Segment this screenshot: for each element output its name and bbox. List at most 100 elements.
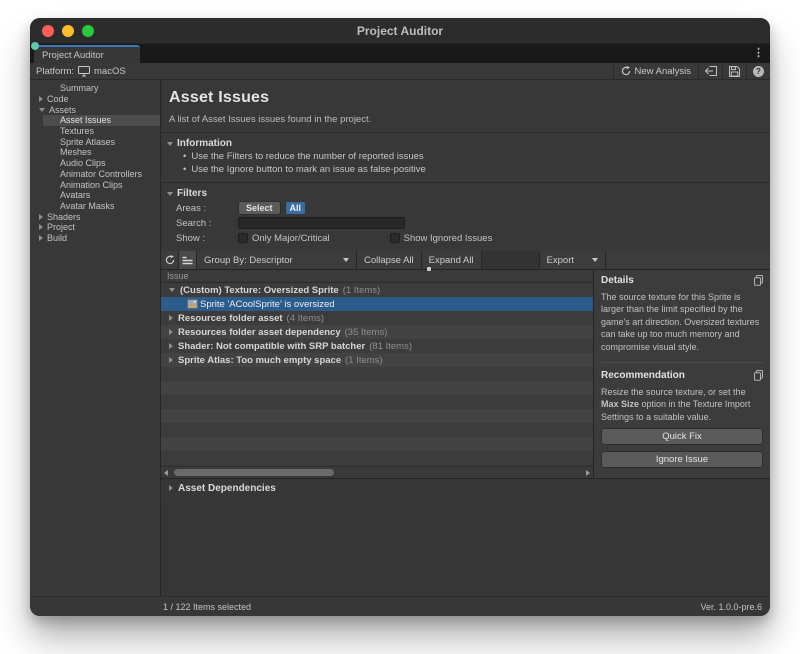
expand-all-label: Expand All: [429, 255, 474, 266]
sprite-icon: [187, 299, 198, 309]
details-body: The source texture for this Sprite is la…: [601, 291, 763, 353]
tab-label: Project Auditor: [42, 50, 104, 61]
empty-row: [161, 381, 593, 395]
help-button[interactable]: ?: [746, 63, 770, 79]
foldout-collapsed-icon[interactable]: [169, 329, 173, 335]
information-bullet: Use the Filters to reduce the number of …: [167, 150, 762, 163]
load-report-button[interactable]: [698, 63, 722, 79]
issue-group-count: (81 Items): [369, 341, 412, 352]
details-panel: Details The source texture for this Spri…: [593, 270, 770, 478]
tab-project-auditor[interactable]: Project Auditor: [34, 45, 140, 63]
foldout-collapsed-icon[interactable]: [169, 357, 173, 363]
scrollbar-thumb[interactable]: [174, 469, 334, 476]
sidebar-item-shaders[interactable]: Shaders: [30, 211, 160, 222]
close-window-button[interactable]: [42, 25, 54, 37]
window-title: Project Auditor: [357, 24, 443, 38]
maximize-window-button[interactable]: [82, 25, 94, 37]
foldout-collapsed-icon: [169, 485, 173, 491]
collapse-all-button[interactable]: Collapse All: [357, 251, 422, 269]
page-subtitle: A list of Asset Issues issues found in t…: [169, 114, 762, 125]
issues-table: Issue (Custom) Texture: Oversized Sprite…: [161, 270, 593, 478]
information-section: Information Use the Filters to reduce th…: [161, 133, 770, 183]
empty-row: [161, 437, 593, 451]
window-menu-button[interactable]: ⋮: [753, 46, 764, 59]
issue-group-row[interactable]: Resources folder asset dependency(35 Ite…: [161, 325, 593, 339]
issue-column-header[interactable]: Issue: [161, 270, 593, 283]
view-mode-toggle-button[interactable]: [179, 251, 197, 269]
information-foldout[interactable]: Information: [167, 137, 762, 150]
issue-column-label: Issue: [167, 271, 189, 281]
foldout-expanded-icon: [167, 192, 173, 196]
only-major-critical-checkbox[interactable]: [238, 233, 248, 243]
scroll-right-icon[interactable]: [586, 470, 590, 476]
search-input[interactable]: [238, 217, 405, 229]
export-dropdown[interactable]: Export: [540, 251, 606, 269]
minimize-window-button[interactable]: [62, 25, 74, 37]
areas-label: Areas :: [176, 203, 238, 214]
show-ignored-issues-checkbox[interactable]: [390, 233, 400, 243]
sidebar-item-label: Avatars: [60, 190, 90, 200]
sidebar-item-label: Meshes: [60, 147, 92, 157]
copy-icon[interactable]: [754, 275, 763, 286]
scroll-left-icon[interactable]: [164, 470, 168, 476]
foldout-expanded-icon[interactable]: [169, 288, 175, 292]
save-report-button[interactable]: [722, 63, 746, 79]
sidebar-item-label: Asset Issues: [60, 115, 111, 125]
sidebar-item-textures[interactable]: Textures: [30, 126, 160, 137]
details-header: Details: [601, 275, 634, 286]
sidebar-item-label: Sprite Atlases: [60, 137, 115, 147]
sidebar-item-label: Project: [47, 222, 75, 232]
monitor-icon: [78, 66, 90, 77]
issue-group-row[interactable]: (Custom) Texture: Oversized Sprite(1 Ite…: [161, 283, 593, 297]
foldout-collapsed-icon[interactable]: [39, 214, 43, 220]
quick-fix-button[interactable]: Quick Fix: [601, 428, 763, 445]
ignore-issue-button[interactable]: Ignore Issue: [601, 451, 763, 468]
sidebar-item-animator-controllers[interactable]: Animator Controllers: [30, 169, 160, 180]
issue-group-count: (4 Items): [287, 313, 324, 324]
sidebar-item-sprite-atlases[interactable]: Sprite Atlases: [30, 136, 160, 147]
filters-foldout[interactable]: Filters: [167, 187, 762, 200]
refresh-button[interactable]: [161, 251, 179, 269]
recommendation-body: Resize the source texture, or set the Ma…: [601, 386, 763, 423]
details-divider: [601, 362, 763, 363]
sidebar-item-animation-clips[interactable]: Animation Clips: [30, 179, 160, 190]
foldout-collapsed-icon[interactable]: [39, 224, 43, 230]
asset-dependencies-label: Asset Dependencies: [178, 483, 276, 494]
areas-select-button[interactable]: Select: [238, 201, 281, 215]
sidebar-item-avatar-masks[interactable]: Avatar Masks: [30, 201, 160, 212]
horizontal-scrollbar[interactable]: [161, 466, 593, 478]
issue-group-count: (1 Items): [345, 355, 382, 366]
foldout-collapsed-icon[interactable]: [169, 343, 173, 349]
issue-group-label: Resources folder asset dependency: [178, 327, 341, 338]
issues-toolbar: Group By: Descriptor Collapse All Expand…: [161, 251, 770, 270]
sidebar-item-build[interactable]: Build: [30, 233, 160, 244]
sidebar-item-label: Summary: [60, 83, 99, 93]
sidebar-item-asset-issues[interactable]: Asset Issues: [30, 115, 160, 126]
copy-icon[interactable]: [754, 370, 763, 381]
sidebar-item-assets[interactable]: Assets: [30, 104, 160, 115]
foldout-collapsed-icon[interactable]: [39, 235, 43, 241]
asset-dependencies-foldout[interactable]: Asset Dependencies: [161, 478, 770, 497]
foldout-collapsed-icon[interactable]: [39, 96, 43, 102]
empty-row: [161, 423, 593, 437]
new-analysis-button[interactable]: New Analysis: [613, 63, 699, 79]
issue-group-row[interactable]: Shader: Not compatible with SRP batcher(…: [161, 339, 593, 353]
empty-row: [161, 395, 593, 409]
group-by-dropdown[interactable]: Group By: Descriptor: [197, 251, 357, 269]
titlebar[interactable]: Project Auditor: [30, 18, 770, 44]
sidebar-item-project[interactable]: Project: [30, 222, 160, 233]
sidebar-item-summary[interactable]: Summary: [30, 83, 160, 94]
sidebar-item-code[interactable]: Code: [30, 94, 160, 105]
sidebar-item-label: Assets: [49, 105, 76, 115]
foldout-expanded-icon[interactable]: [39, 108, 45, 112]
sidebar-item-meshes[interactable]: Meshes: [30, 147, 160, 158]
issue-group-row[interactable]: Sprite Atlas: Too much empty space(1 Ite…: [161, 353, 593, 367]
only-major-critical-label: Only Major/Critical: [252, 233, 330, 244]
sidebar-item-audio-clips[interactable]: Audio Clips: [30, 158, 160, 169]
foldout-collapsed-icon[interactable]: [169, 315, 173, 321]
issue-group-row[interactable]: Resources folder asset(4 Items): [161, 311, 593, 325]
sidebar-item-avatars[interactable]: Avatars: [30, 190, 160, 201]
areas-all-value[interactable]: All: [286, 202, 306, 214]
issue-row[interactable]: Sprite 'ACoolSprite' is oversized: [161, 297, 593, 311]
page-header: Asset Issues A list of Asset Issues issu…: [161, 80, 770, 133]
